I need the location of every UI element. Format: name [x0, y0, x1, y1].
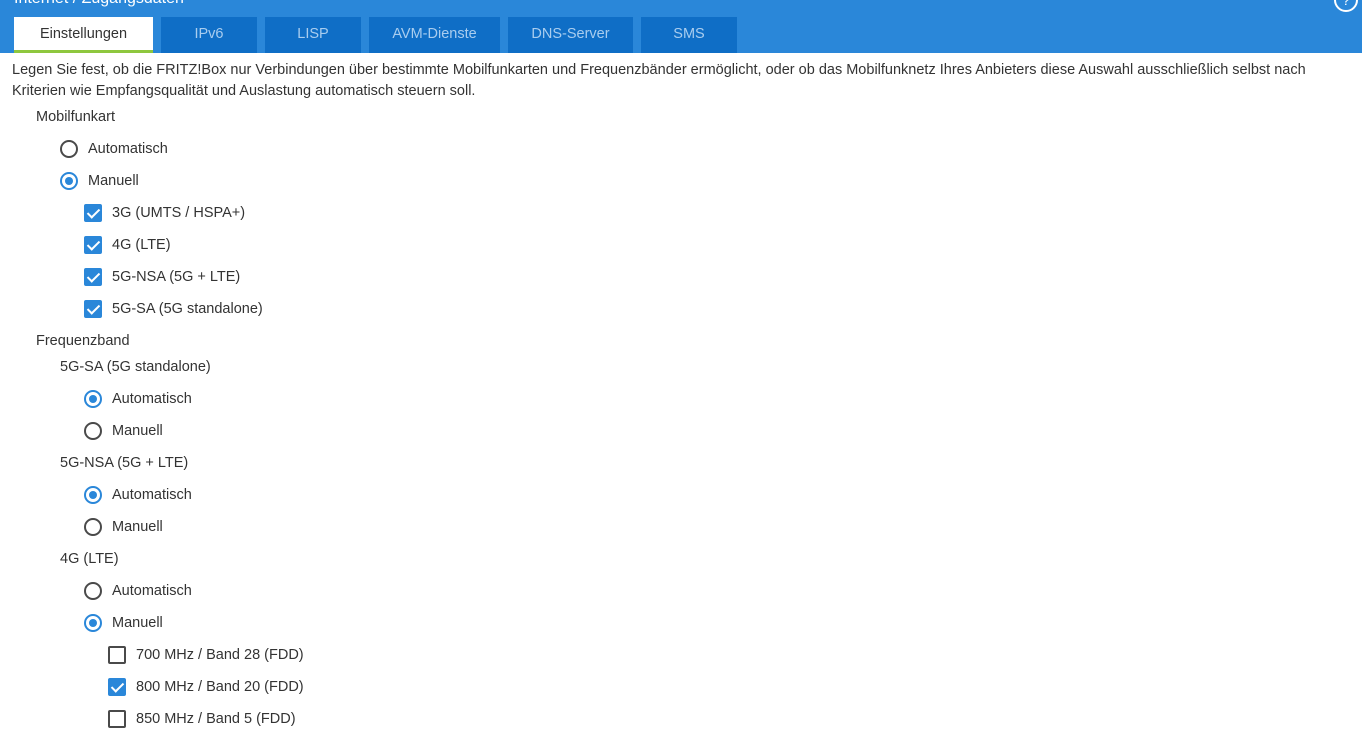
radio-button[interactable]	[60, 140, 78, 158]
checkbox-band-28[interactable]: 700 MHz / Band 28 (FDD)	[108, 643, 304, 667]
radio-label: Automatisch	[112, 487, 192, 503]
help-icon[interactable]: ?	[1334, 0, 1358, 12]
tab-ipv6[interactable]: IPv6	[161, 17, 257, 53]
mobilfunkart-radio-manuell[interactable]: Manuell	[60, 169, 139, 193]
radio-button[interactable]	[60, 172, 78, 190]
checkbox-5g-sa[interactable]: 5G-SA (5G standalone)	[84, 297, 263, 321]
checkbox-label: 4G (LTE)	[112, 237, 171, 253]
checkbox-label: 800 MHz / Band 20 (FDD)	[136, 679, 304, 695]
tab-dns-server[interactable]: DNS-Server	[508, 17, 633, 53]
group-heading-5g-sa: 5G-SA (5G standalone)	[60, 359, 211, 375]
tab-einstellungen[interactable]: Einstellungen	[14, 17, 153, 53]
radio-button[interactable]	[84, 518, 102, 536]
radio-button[interactable]	[84, 582, 102, 600]
page-title: Internet / Zugangsdaten	[14, 0, 184, 9]
tab-label: IPv6	[194, 26, 224, 42]
radio-label: Manuell	[112, 519, 163, 535]
radio-label: Automatisch	[88, 141, 168, 157]
5g-nsa-radio-automatisch[interactable]: Automatisch	[84, 483, 192, 507]
checkbox-4g[interactable]: 4G (LTE)	[84, 233, 171, 257]
checkbox[interactable]	[108, 710, 126, 728]
mobilfunkart-heading: Mobilfunkart	[36, 109, 115, 125]
tab-label: LISP	[297, 26, 329, 42]
frequenzband-heading: Frequenzband	[36, 333, 130, 349]
5g-nsa-radio-manuell[interactable]: Manuell	[84, 515, 163, 539]
radio-button[interactable]	[84, 614, 102, 632]
checkbox-label: 700 MHz / Band 28 (FDD)	[136, 647, 304, 663]
description-text: Legen Sie fest, ob die FRITZ!Box nur Ver…	[12, 62, 1306, 99]
radio-button[interactable]	[84, 486, 102, 504]
radio-label: Manuell	[112, 423, 163, 439]
checkbox-5g-nsa[interactable]: 5G-NSA (5G + LTE)	[84, 265, 240, 289]
checkbox-label: 850 MHz / Band 5 (FDD)	[136, 711, 296, 727]
radio-label: Automatisch	[112, 391, 192, 407]
checkbox[interactable]	[108, 678, 126, 696]
4g-radio-manuell[interactable]: Manuell	[84, 611, 163, 635]
5g-sa-radio-automatisch[interactable]: Automatisch	[84, 387, 192, 411]
tab-label: AVM-Dienste	[392, 26, 477, 42]
tab-label: Einstellungen	[39, 26, 128, 42]
checkbox[interactable]	[84, 268, 102, 286]
checkbox[interactable]	[84, 300, 102, 318]
checkbox[interactable]	[84, 236, 102, 254]
radio-label: Manuell	[88, 173, 139, 189]
radio-label: Manuell	[112, 615, 163, 631]
group-heading-4g: 4G (LTE)	[60, 551, 119, 567]
checkbox-label: 5G-SA (5G standalone)	[112, 301, 263, 317]
tab-sms[interactable]: SMS	[641, 17, 737, 53]
tab-lisp[interactable]: LISP	[265, 17, 361, 53]
5g-sa-radio-manuell[interactable]: Manuell	[84, 419, 163, 443]
checkbox-3g[interactable]: 3G (UMTS / HSPA+)	[84, 201, 245, 225]
checkbox[interactable]	[108, 646, 126, 664]
tab-label: DNS-Server	[531, 26, 610, 42]
radio-button[interactable]	[84, 390, 102, 408]
mobilfunkart-radio-automatisch[interactable]: Automatisch	[60, 137, 168, 161]
checkbox[interactable]	[84, 204, 102, 222]
radio-label: Automatisch	[112, 583, 192, 599]
tab-label: SMS	[673, 26, 705, 42]
checkbox-label: 3G (UMTS / HSPA+)	[112, 205, 246, 221]
checkbox-band-20[interactable]: 800 MHz / Band 20 (FDD)	[108, 675, 304, 699]
group-heading-5g-nsa: 5G-NSA (5G + LTE)	[60, 455, 189, 471]
checkbox-band-5[interactable]: 850 MHz / Band 5 (FDD)	[108, 707, 296, 731]
checkbox-label: 5G-NSA (5G + LTE)	[112, 269, 241, 285]
4g-radio-automatisch[interactable]: Automatisch	[84, 579, 192, 603]
tab-avm-dienste[interactable]: AVM-Dienste	[369, 17, 500, 53]
radio-button[interactable]	[84, 422, 102, 440]
